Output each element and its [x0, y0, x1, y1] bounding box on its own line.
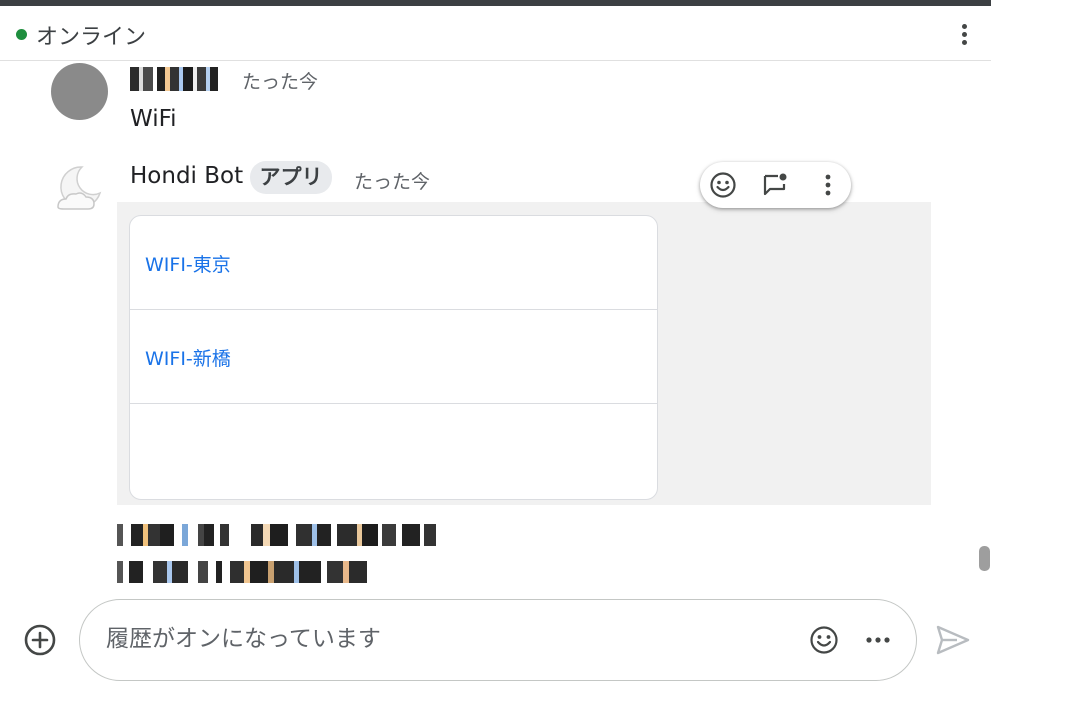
online-status-text: オンライン	[36, 25, 147, 50]
more-horiz-icon[interactable]	[864, 628, 892, 652]
message-composer	[79, 599, 917, 681]
more-vert-icon[interactable]	[814, 171, 842, 199]
redacted-message-line	[117, 524, 575, 546]
message-hover-actions	[700, 162, 851, 208]
card-item-wifi-tokyo[interactable]: WIFI-東京	[130, 216, 657, 310]
message-timestamp: たった今	[354, 171, 431, 193]
message-timestamp: たった今	[242, 71, 319, 93]
redacted-sender-name	[130, 67, 218, 91]
card-item-empty	[130, 404, 657, 497]
emoji-icon[interactable]	[709, 171, 737, 199]
add-circle-icon[interactable]	[23, 623, 57, 657]
app-badge: アプリ	[250, 161, 332, 194]
scrollbar-thumb[interactable]	[979, 546, 990, 571]
chat-header: オンライン	[0, 6, 991, 61]
online-status-dot	[16, 29, 27, 40]
avatar[interactable]	[51, 63, 108, 120]
thread-reply-icon[interactable]	[761, 171, 789, 199]
redacted-message-line	[117, 561, 471, 583]
bot-sender-name: Hondi Bot	[130, 163, 244, 189]
send-icon[interactable]	[935, 624, 971, 656]
card-item-label[interactable]: WIFI-東京	[145, 250, 231, 277]
card-item-wifi-shimbashi[interactable]: WIFI-新橋	[130, 310, 657, 404]
message-input[interactable]	[106, 621, 786, 657]
message-text: WiFi	[130, 106, 177, 132]
bot-avatar[interactable]	[52, 163, 104, 215]
card-item-label[interactable]: WIFI-新橋	[145, 344, 231, 371]
emoji-icon[interactable]	[809, 625, 839, 655]
wifi-option-card: WIFI-東京 WIFI-新橋	[129, 215, 658, 500]
more-vert-icon[interactable]	[952, 22, 978, 48]
